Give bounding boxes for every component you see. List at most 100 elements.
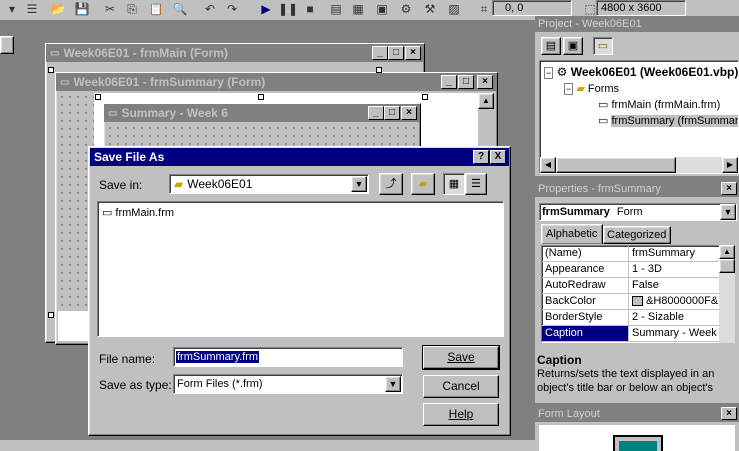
toggle-folders-button[interactable]: ▭ (593, 37, 613, 55)
description-pane: Caption Returns/sets the text displayed … (537, 353, 737, 401)
break-icon[interactable]: ❚❚ (278, 0, 298, 18)
resize-handle[interactable] (48, 67, 54, 73)
save-button[interactable]: Save (422, 345, 500, 370)
property-value[interactable]: Summary - Week 6 (629, 326, 726, 341)
dialog-titlebar[interactable]: Save File As ? X (90, 148, 509, 166)
project-tree: − ⚙ Week06E01 (Week06E01.vbp) − ▰ Forms … (539, 60, 739, 174)
resize-handle[interactable] (95, 94, 101, 100)
menu-editor-icon[interactable]: ☰ (22, 0, 42, 18)
file-list[interactable]: ▭ frmMain.frm (97, 201, 504, 337)
dropdown-arrow-icon[interactable]: ▾ (2, 0, 22, 18)
resize-handle[interactable] (258, 94, 264, 100)
scroll-up-button[interactable]: ▲ (719, 245, 735, 259)
resize-handle[interactable] (376, 67, 382, 73)
start-icon[interactable]: ▶ (256, 0, 276, 18)
toolbox-strip (0, 20, 18, 451)
save-as-type-combo[interactable]: Form Files (*.frm) ▼ (173, 374, 403, 394)
form-layout-titlebar[interactable]: Form Layout × (535, 406, 739, 422)
property-grid-scrollbar[interactable]: ▲ (719, 245, 735, 343)
open-project-icon[interactable]: 📂 (48, 0, 68, 18)
up-one-level-button[interactable]: ⤴ (379, 173, 403, 195)
summary-form-titlebar[interactable]: ▭ Summary - Week 6 _ □ × (104, 104, 420, 122)
scroll-thumb[interactable] (719, 259, 735, 273)
data-view-icon[interactable]: ▨ (444, 0, 464, 18)
property-row[interactable]: BorderStyle 2 - Sizable (542, 310, 726, 326)
properties-titlebar[interactable]: Properties - frmSummary × (535, 181, 739, 197)
tree-item[interactable]: ▭ frmMain (frmMain.frm) (598, 98, 720, 111)
new-folder-button[interactable]: ▰ (411, 173, 435, 195)
property-row[interactable]: AutoRedraw False (542, 278, 726, 294)
form-summary-titlebar[interactable]: ▭ Week06E01 - frmSummary (Form) _ □ × (56, 73, 497, 91)
minimize-button[interactable]: _ (368, 106, 384, 120)
form-icon: ▭ (598, 115, 609, 127)
property-name: (Name) (542, 246, 629, 261)
horizontal-scrollbar[interactable]: ◀ ▶ (540, 157, 738, 173)
close-button[interactable]: × (405, 46, 421, 60)
cancel-button[interactable]: Cancel (423, 375, 499, 398)
scroll-thumb[interactable] (556, 157, 676, 173)
property-row[interactable]: (Name) frmSummary (542, 246, 726, 262)
help-icon-button[interactable]: ? (473, 150, 489, 164)
list-view-button[interactable]: ▦ (443, 173, 465, 195)
close-button[interactable]: × (401, 106, 417, 120)
property-value[interactable]: False (629, 278, 726, 293)
tab-categorized[interactable]: Categorized (603, 226, 671, 244)
maximize-button[interactable]: □ (458, 75, 474, 89)
save-project-icon[interactable]: 💾 (72, 0, 92, 18)
details-view-button[interactable]: ☰ (465, 173, 487, 195)
collapse-icon[interactable]: − (564, 83, 574, 95)
tree-item-selected[interactable]: ▭ frmSummary (frmSummary.frm) (598, 114, 738, 127)
copy-icon[interactable]: ⎘ (122, 0, 142, 18)
property-row-selected[interactable]: Caption Summary - Week 6 (542, 326, 726, 342)
tree-folder-forms[interactable]: − ▰ Forms (564, 82, 619, 95)
undo-icon[interactable]: ↶ (200, 0, 220, 18)
property-value[interactable]: frmSummary (629, 246, 726, 261)
maximize-button[interactable]: □ (388, 46, 404, 60)
find-icon[interactable]: 🔍 (170, 0, 190, 18)
cut-icon[interactable]: ✂ (100, 0, 120, 18)
resize-handle[interactable] (422, 94, 428, 100)
chevron-down-icon[interactable]: ▼ (351, 176, 367, 192)
scroll-left-button[interactable]: ◀ (540, 157, 556, 173)
resize-handle[interactable] (48, 312, 54, 318)
form-main-titlebar[interactable]: ▭ Week06E01 - frmMain (Form) _ □ × (46, 44, 424, 62)
object-browser-icon[interactable]: ⚙ (396, 0, 416, 18)
project-explorer-titlebar[interactable]: Project - Week06E01 (535, 16, 739, 32)
view-object-button[interactable]: ▣ (563, 37, 583, 55)
property-row[interactable]: Appearance 1 - 3D (542, 262, 726, 278)
tab-alphabetic[interactable]: Alphabetic (541, 224, 603, 244)
chevron-down-icon[interactable]: ▼ (720, 204, 736, 220)
chevron-down-icon[interactable]: ▼ (385, 376, 401, 392)
collapse-icon[interactable]: − (544, 67, 554, 79)
minimize-button[interactable]: _ (372, 46, 388, 60)
scroll-right-button[interactable]: ▶ (722, 157, 738, 173)
properties-window-icon[interactable]: ▦ (348, 0, 368, 18)
toolbox-pointer-button[interactable] (0, 36, 14, 54)
paste-icon[interactable]: 📋 (146, 0, 166, 18)
object-selector[interactable]: frmSummary Form ▼ (539, 203, 737, 221)
tree-root[interactable]: − ⚙ Week06E01 (Week06E01.vbp) (544, 65, 738, 79)
property-value[interactable]: &H8000000F& (629, 294, 726, 309)
redo-icon[interactable]: ↷ (222, 0, 242, 18)
close-icon[interactable]: × (721, 407, 737, 420)
close-icon[interactable]: × (721, 182, 737, 195)
list-item[interactable]: ▭ frmMain.frm (102, 206, 174, 220)
file-name-field[interactable]: frmSummary.frm (173, 347, 403, 367)
tab-label: Categorized (607, 229, 667, 241)
form-layout-canvas (539, 425, 735, 451)
end-icon[interactable]: ■ (300, 0, 320, 18)
property-value[interactable]: 1 - 3D (629, 262, 726, 277)
toolbox-icon[interactable]: ⚒ (420, 0, 440, 18)
project-explorer-icon[interactable]: ▤ (326, 0, 346, 18)
maximize-button[interactable]: □ (384, 106, 400, 120)
help-button[interactable]: Help (423, 403, 499, 426)
property-value[interactable]: 2 - Sizable (629, 310, 726, 325)
close-icon[interactable]: X (490, 150, 506, 164)
form-layout-icon[interactable]: ▣ (372, 0, 392, 18)
view-code-button[interactable]: ▤ (541, 37, 561, 55)
scroll-up-button[interactable]: ▲ (478, 93, 494, 109)
save-in-combo[interactable]: ▰ Week06E01 ▼ (169, 174, 369, 194)
close-button[interactable]: × (477, 75, 493, 89)
property-row[interactable]: BackColor &H8000000F& (542, 294, 726, 310)
minimize-button[interactable]: _ (441, 75, 457, 89)
